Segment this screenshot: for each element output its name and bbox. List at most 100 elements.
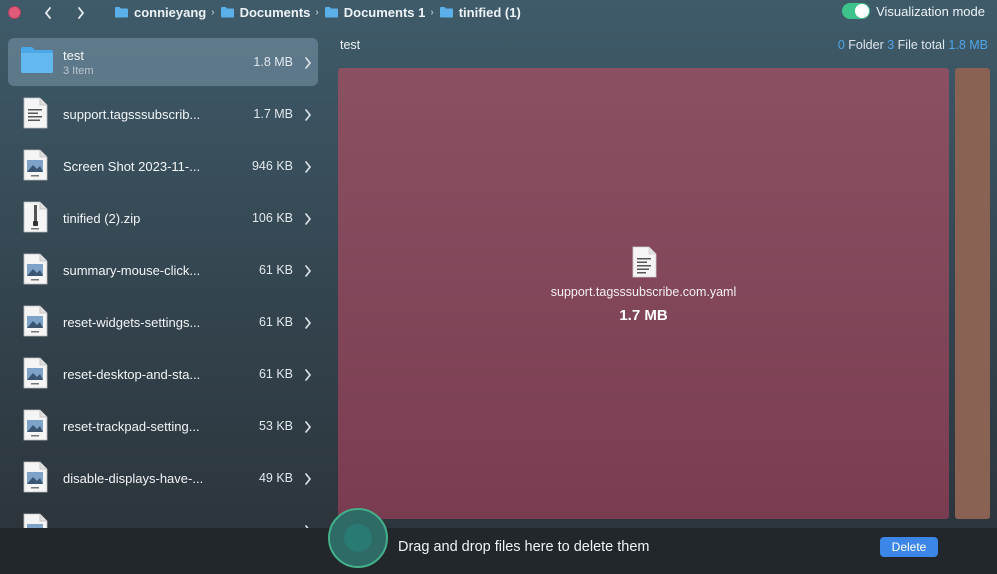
file-count-label: File total (897, 38, 945, 52)
image-file-icon (22, 409, 52, 443)
folder-icon (220, 7, 234, 18)
forward-button[interactable] (71, 3, 91, 23)
file-list: test 3 Item 1.8 MB support.tagsssubscrib...… (0, 36, 326, 528)
chevron-right-icon[interactable] (304, 420, 312, 433)
folder-icon (439, 7, 453, 18)
zip-file-icon (22, 201, 52, 235)
image-file-icon (22, 253, 52, 287)
file-row[interactable]: reset-trackpad-setting... 53 KB (8, 402, 318, 450)
file-size: 61 KB (258, 315, 293, 329)
main-header: test 0 Folder 3 File total 1.8 MB (340, 38, 988, 54)
file-size: 53 KB (258, 419, 293, 433)
visualization-label: Visualization mode (876, 3, 985, 19)
file-name: reset-desktop-and-sta... (63, 366, 201, 382)
file-row-text: test 3 Item (63, 38, 94, 86)
image-file-icon (22, 305, 52, 339)
folder-icon (115, 7, 128, 18)
breadcrumb-label: Documents 1 (343, 4, 426, 20)
chevron-right-icon[interactable] (304, 368, 312, 381)
image-file-icon (22, 513, 52, 528)
breadcrumb-item[interactable]: connieyang (114, 5, 206, 20)
folder-stats: 0 Folder 3 File total 1.8 MB (838, 38, 988, 52)
file-row-text: disable-displays-have-... (63, 454, 203, 502)
folder-row[interactable]: test 3 Item 1.8 MB (8, 38, 318, 86)
file-size: 946 KB (251, 159, 293, 173)
file-size: 1.8 MB (253, 55, 293, 69)
file-name: disable-displays-have-... (63, 470, 204, 486)
treemap-label: support.tagsssubscribe.com.yaml 1.7 MB (338, 246, 949, 324)
delete-button[interactable]: Delete (880, 537, 938, 557)
chevron-right-icon[interactable] (304, 108, 312, 121)
folder-count-label: Folder (848, 38, 884, 52)
chevron-right-icon[interactable] (304, 264, 312, 277)
treemap-file-name: support.tagsssubscribe.com.yaml (550, 285, 737, 299)
image-file-icon (22, 357, 52, 391)
back-button[interactable] (38, 3, 58, 23)
file-row-text: reset-widgets-settings... (63, 298, 200, 346)
chevron-right-icon[interactable] (304, 472, 312, 485)
chevron-right-icon[interactable] (304, 212, 312, 225)
folder-icon (324, 7, 338, 18)
image-file-icon (22, 461, 52, 495)
breadcrumb-item[interactable]: Documents (220, 4, 311, 20)
chevron-right-icon[interactable] (304, 56, 312, 69)
breadcrumb-item[interactable]: Documents 1 (324, 4, 426, 20)
file-row[interactable]: reset-widgets-settings... 61 KB (8, 298, 318, 346)
trash-drop-target[interactable] (328, 508, 388, 568)
file-name: reset-trackpad-setting... (63, 418, 200, 434)
breadcrumb-label: tinified (1) (458, 4, 521, 20)
drop-zone-text: Drag and drop files here to delete them (398, 539, 650, 555)
treemap-block-main[interactable]: support.tagsssubscribe.com.yaml 1.7 MB (338, 68, 949, 519)
breadcrumb-separator-icon: › (315, 6, 319, 18)
file-name: test (63, 47, 84, 63)
breadcrumb-label: Documents (239, 4, 311, 20)
file-size: 61 KB (258, 367, 293, 381)
toggle-knob (855, 4, 870, 18)
file-row[interactable]: Screen Shot 2023-11-... 946 KB (8, 142, 318, 190)
folder-icon (20, 45, 53, 79)
chevron-right-icon (78, 7, 85, 19)
yaml-file-icon (632, 246, 656, 278)
file-row[interactable]: reset-desktop-and-sta... 61 KB (8, 350, 318, 398)
breadcrumb-item[interactable]: tinified (1) (439, 5, 521, 20)
item-count: 3 Item (63, 64, 94, 77)
total-size: 1.8 MB (948, 38, 988, 52)
file-size: 106 KB (251, 211, 293, 225)
chevron-right-icon[interactable] (304, 160, 312, 173)
file-row-text: Screen Shot 2023-11-... (63, 142, 200, 190)
file-size: 49 KB (258, 471, 293, 485)
file-name: support.tagsssubscrib... (63, 106, 201, 122)
breadcrumb-separator-icon: › (211, 6, 215, 18)
breadcrumb-separator-icon: › (430, 6, 434, 18)
visualization-toggle[interactable]: Visualization mode (842, 3, 985, 19)
file-row[interactable]: support.tagsssubscrib... 1.7 MB (8, 90, 318, 138)
drop-target-icon (344, 524, 372, 552)
file-row[interactable]: tinified (2).zip 106 KB (8, 194, 318, 242)
file-row[interactable] (8, 506, 318, 528)
toggle-switch[interactable] (842, 3, 871, 19)
file-row-text: reset-desktop-and-sta... (63, 350, 200, 398)
breadcrumb-label: connieyang (134, 4, 207, 20)
file-name: reset-widgets-settings... (63, 314, 201, 330)
treemap-block-side[interactable] (955, 68, 990, 519)
chevron-right-icon[interactable] (304, 316, 312, 329)
file-name: tinified (2).zip (63, 210, 141, 226)
title-bar: connieyang › Documents › Documents 1 › t… (0, 0, 997, 26)
close-window-button[interactable] (8, 6, 21, 19)
file-row[interactable]: disable-displays-have-... 49 KB (8, 454, 318, 502)
file-row[interactable]: summary-mouse-click... 61 KB (8, 246, 318, 294)
image-file-icon (22, 149, 52, 183)
file-row-text: summary-mouse-click... (63, 246, 200, 294)
page-title: test (340, 38, 361, 52)
chevron-left-icon (44, 7, 51, 19)
treemap-file-size: 1.7 MB (619, 307, 668, 324)
document-icon (22, 97, 52, 131)
file-row-text: support.tagsssubscrib... (63, 90, 200, 138)
file-count: 3 (887, 38, 895, 52)
file-size: 1.7 MB (253, 107, 293, 121)
breadcrumb: connieyang › Documents › Documents 1 › t… (114, 0, 521, 24)
file-size: 61 KB (258, 263, 293, 277)
file-name: summary-mouse-click... (63, 262, 201, 278)
file-name: Screen Shot 2023-11-... (63, 158, 201, 174)
file-row-text: reset-trackpad-setting... (63, 402, 200, 450)
